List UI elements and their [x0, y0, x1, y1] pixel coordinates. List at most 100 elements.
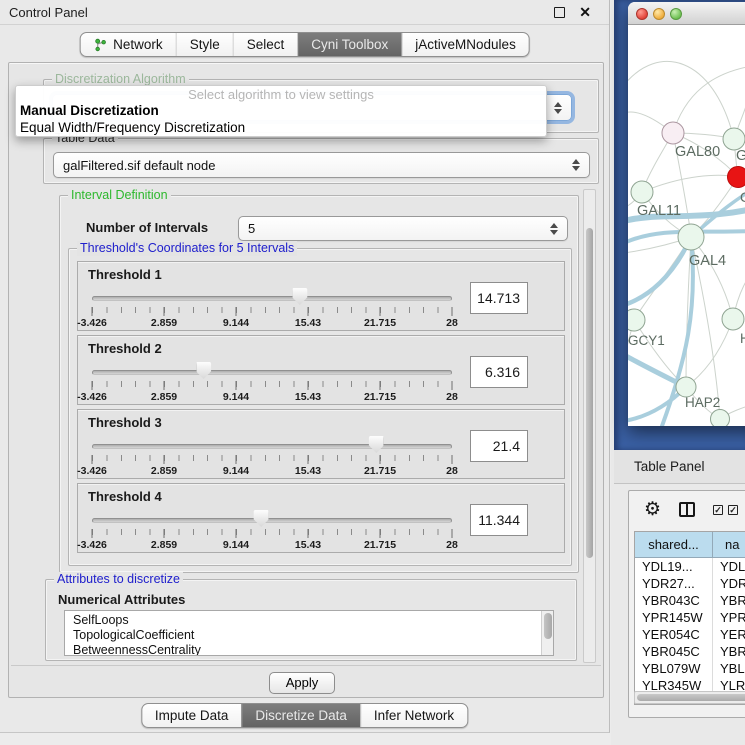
slider-track[interactable] — [92, 444, 452, 449]
tick-label: -3.426 — [77, 317, 107, 329]
threshold-3-slider[interactable]: -3.426 2.859 9.144 15.43 21.715 28 — [92, 436, 452, 478]
threshold-1-value-field[interactable]: 14.713 — [470, 282, 528, 314]
columns-icon[interactable] — [679, 502, 695, 517]
table-row[interactable]: YPR145WYPR1 — [635, 609, 745, 626]
column-header-shared-name[interactable]: shared... — [635, 532, 713, 557]
slider-track[interactable] — [92, 518, 452, 523]
checkbox-icon[interactable]: ✓ — [713, 505, 723, 515]
tab-infer-network[interactable]: Infer Network — [360, 704, 467, 727]
node-h[interactable] — [722, 308, 744, 330]
node-hap2[interactable] — [676, 377, 696, 397]
list-item-selfloops[interactable]: SelfLoops — [73, 613, 553, 628]
threshold-3-value-field[interactable]: 21.4 — [470, 430, 528, 462]
tick-label: 9.144 — [223, 317, 249, 329]
numerical-attributes-label: Numerical Attributes — [58, 592, 185, 607]
thresholds-group-label: Threshold's Coordinates for 5 Intervals — [77, 241, 297, 256]
control-panel-window: Control Panel ✕ Network Style Select Cyn… — [0, 0, 610, 733]
combo-arrows-icon — [550, 223, 558, 235]
table-row[interactable]: YDL19...YDL1 — [635, 558, 745, 575]
node-gal80[interactable] — [662, 122, 684, 144]
table-row[interactable]: YDR27...YDR2 — [635, 575, 745, 592]
apply-button[interactable]: Apply — [269, 672, 335, 694]
tick-label: -3.426 — [77, 539, 107, 551]
table-row[interactable]: YBR045CYBR0 — [635, 643, 745, 660]
threshold-4-value-field[interactable]: 11.344 — [470, 504, 528, 536]
threshold-panel-3: Threshold 3 -3.426 2.859 9.144 15.43 — [77, 409, 565, 479]
tab-cyni-toolbox[interactable]: Cyni Toolbox — [297, 33, 401, 56]
panel-scrollbar[interactable] — [583, 189, 596, 663]
number-of-intervals-combo[interactable]: 5 — [238, 216, 568, 241]
node-selected-red[interactable] — [728, 167, 745, 188]
threshold-2-value-field[interactable]: 6.316 — [470, 356, 528, 388]
slider-thumb[interactable] — [292, 288, 307, 305]
list-item-betweennesscentrality[interactable]: BetweennessCentrality — [73, 643, 553, 656]
table-panel: ⚙ ✓ ✓ shared... na YDL19...YDL1 YDR27...… — [628, 490, 745, 718]
dropdown-option-equal-width-frequency[interactable]: Equal Width/Frequency Discretization — [16, 119, 546, 136]
table-row[interactable]: YBR043CYBR0 — [635, 592, 745, 609]
tick-label: 28 — [446, 391, 458, 403]
cyni-toolbox-panel: Discretization Algorithm Select algorith… — [8, 62, 604, 698]
slider-ticks — [92, 307, 452, 313]
close-traffic-light[interactable] — [636, 8, 648, 20]
gear-icon[interactable]: ⚙ — [644, 498, 661, 521]
tab-network[interactable]: Network — [80, 33, 176, 56]
thresholds-group: Threshold's Coordinates for 5 Intervals … — [68, 248, 572, 566]
tick-label: 28 — [446, 317, 458, 329]
tick-labels: -3.426 2.859 9.144 15.43 21.715 28 — [92, 539, 452, 551]
close-icon[interactable]: ✕ — [579, 4, 591, 21]
table-data-combo[interactable]: galFiltered.sif default node — [53, 152, 590, 178]
list-item-topologicalcoefficient[interactable]: TopologicalCoefficient — [73, 628, 553, 643]
minimize-traffic-light[interactable] — [653, 8, 665, 20]
node-gal11[interactable] — [631, 181, 653, 203]
tick-label: 21.715 — [364, 465, 396, 477]
tab-discretize-data[interactable]: Discretize Data — [241, 704, 360, 727]
table-panel-titlebar: Table Panel — [614, 450, 745, 484]
slider-thumb[interactable] — [369, 436, 384, 453]
node-gal4[interactable] — [678, 224, 704, 250]
threshold-2-label: Threshold 2 — [88, 341, 162, 356]
tick-label: 21.715 — [364, 391, 396, 403]
table-horizontal-scrollbar[interactable] — [634, 691, 745, 704]
tick-label: 28 — [446, 465, 458, 477]
node-bottom[interactable] — [711, 410, 730, 427]
table-body: YDL19...YDL1 YDR27...YDR2 YBR043CYBR0 YP… — [635, 558, 745, 705]
slider-track[interactable] — [92, 296, 452, 301]
slider-ticks — [92, 529, 452, 535]
list-scrollbar[interactable] — [541, 611, 553, 655]
tab-impute-data[interactable]: Impute Data — [142, 704, 242, 727]
threshold-4-slider[interactable]: -3.426 2.859 9.144 15.43 21.715 28 — [92, 510, 452, 552]
node-gcy1[interactable] — [628, 309, 645, 331]
tick-label: 2.859 — [151, 317, 177, 329]
table-data-combo-value: galFiltered.sif default node — [63, 158, 215, 173]
interval-definition-group: Interval Definition Number of Intervals … — [59, 195, 579, 573]
node-top-right[interactable] — [723, 128, 745, 150]
threshold-1-slider[interactable]: -3.426 2.859 9.144 15.43 21.715 28 — [92, 288, 452, 330]
table-row[interactable]: YBL079WYBL0 — [635, 660, 745, 677]
tick-label: -3.426 — [77, 465, 107, 477]
slider-thumb[interactable] — [254, 510, 269, 527]
column-header-name[interactable]: na — [713, 532, 745, 557]
checkbox-icon[interactable]: ✓ — [728, 505, 738, 515]
slider-track[interactable] — [92, 370, 452, 375]
node-label-partial-h: H — [740, 331, 745, 346]
tab-jactivemnodules[interactable]: jActiveMNodules — [401, 33, 529, 56]
slider-thumb[interactable] — [196, 362, 211, 379]
interval-definition-label: Interval Definition — [68, 188, 171, 203]
scrollbar-thumb[interactable] — [637, 694, 745, 701]
table-row[interactable]: YER054CYER0 — [635, 626, 745, 643]
tab-style[interactable]: Style — [176, 33, 233, 56]
scrollbar-thumb[interactable] — [544, 613, 552, 639]
tick-label: 21.715 — [364, 539, 396, 551]
network-window-titlebar[interactable] — [628, 2, 745, 25]
tab-select[interactable]: Select — [233, 33, 298, 56]
bottom-tabbar: Impute Data Discretize Data Infer Networ… — [141, 703, 468, 728]
float-window-icon[interactable] — [554, 7, 565, 18]
threshold-panel-4: Threshold 4 -3.426 2.859 9.144 15.43 — [77, 483, 565, 553]
scrollbar-thumb[interactable] — [586, 228, 593, 558]
tick-label: 2.859 — [151, 391, 177, 403]
divider — [11, 665, 601, 666]
threshold-2-slider[interactable]: -3.426 2.859 9.144 15.43 21.715 28 — [92, 362, 452, 404]
dropdown-option-manual-discretization[interactable]: Manual Discretization — [16, 102, 546, 119]
zoom-traffic-light[interactable] — [670, 8, 682, 20]
network-canvas[interactable]: GAL80 GA C GAL11 GAL4 GCY1 H HAP2 — [628, 25, 745, 426]
